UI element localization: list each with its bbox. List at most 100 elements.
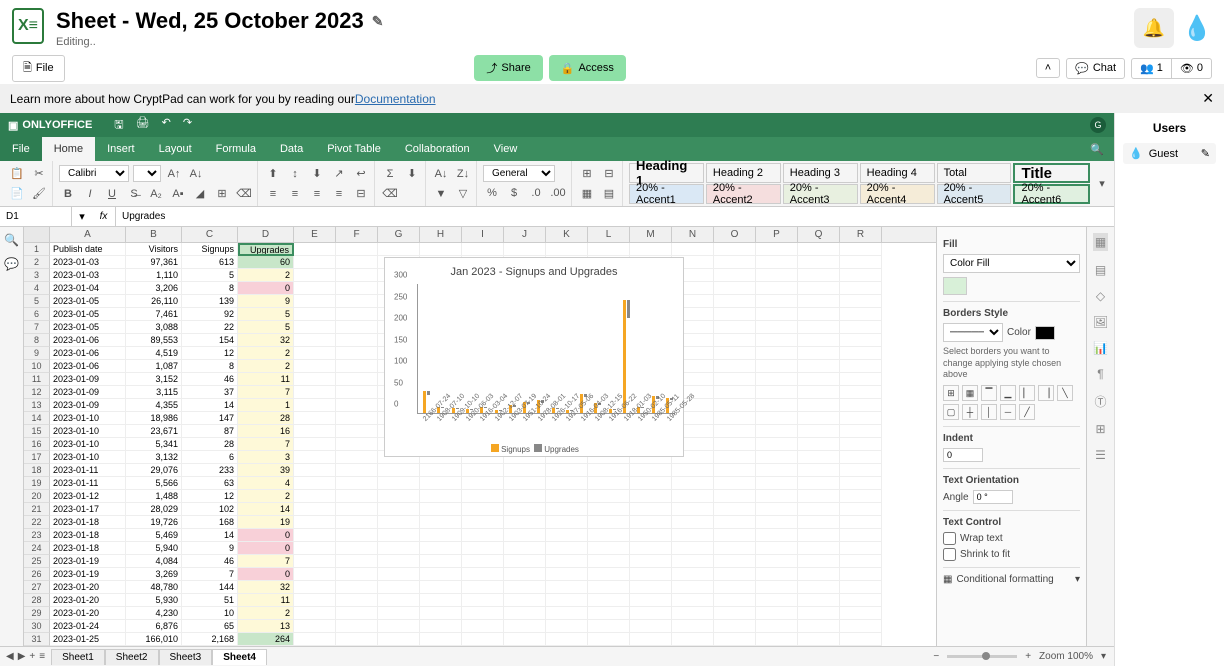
cell-C22[interactable]: 168 <box>182 516 238 529</box>
cell-D18[interactable]: 39 <box>238 464 294 477</box>
cell-F15[interactable] <box>336 425 378 438</box>
cell-style-heading-3[interactable]: Heading 3 <box>783 163 858 183</box>
notifications-button[interactable]: 🔔 <box>1134 8 1174 48</box>
cell-G24[interactable] <box>378 542 420 555</box>
col-header-K[interactable]: K <box>546 227 588 242</box>
cell-B30[interactable]: 6,876 <box>126 620 182 633</box>
align-right-icon[interactable]: ≡ <box>308 185 326 203</box>
cell-C13[interactable]: 14 <box>182 399 238 412</box>
align-top-icon[interactable]: ⬆ <box>264 165 282 183</box>
cell-A7[interactable]: 2023-01-05 <box>50 321 126 334</box>
cell-L21[interactable] <box>588 503 630 516</box>
cell-A16[interactable]: 2023-01-10 <box>50 438 126 451</box>
row-header-30[interactable]: 30 <box>24 620 50 633</box>
cell-O13[interactable] <box>714 399 756 412</box>
cell-A19[interactable]: 2023-01-11 <box>50 477 126 490</box>
fill-color-icon[interactable]: ◢ <box>191 185 209 203</box>
cell-M19[interactable] <box>630 477 672 490</box>
undo-icon[interactable]: ↶ <box>162 116 171 135</box>
merge-icon[interactable]: ⊟ <box>352 185 370 203</box>
sheet-prev-icon[interactable]: ◀ <box>6 651 14 662</box>
cell-R26[interactable] <box>840 568 882 581</box>
cell-C5[interactable]: 139 <box>182 295 238 308</box>
shrink-checkbox[interactable] <box>943 548 956 561</box>
cell-M21[interactable] <box>630 503 672 516</box>
cell-P4[interactable] <box>756 282 798 295</box>
cell-P5[interactable] <box>756 295 798 308</box>
cell-Q3[interactable] <box>798 269 840 282</box>
cell-B4[interactable]: 3,206 <box>126 282 182 295</box>
cell-R5[interactable] <box>840 295 882 308</box>
cell-style-heading-2[interactable]: Heading 2 <box>706 163 781 183</box>
cell-Q15[interactable] <box>798 425 840 438</box>
cell-E29[interactable] <box>294 607 336 620</box>
cell-R8[interactable] <box>840 334 882 347</box>
cell-A17[interactable]: 2023-01-10 <box>50 451 126 464</box>
cell-P29[interactable] <box>756 607 798 620</box>
cell-D21[interactable]: 14 <box>238 503 294 516</box>
col-header-P[interactable]: P <box>756 227 798 242</box>
col-header-M[interactable]: M <box>630 227 672 242</box>
cell-A29[interactable]: 2023-01-20 <box>50 607 126 620</box>
cell-H27[interactable] <box>420 581 462 594</box>
cell-R16[interactable] <box>840 438 882 451</box>
cell-R6[interactable] <box>840 308 882 321</box>
cell-F4[interactable] <box>336 282 378 295</box>
cell-P20[interactable] <box>756 490 798 503</box>
cell-E2[interactable] <box>294 256 336 269</box>
rename-icon[interactable]: ✎ <box>372 13 384 30</box>
cell-E8[interactable] <box>294 334 336 347</box>
cell-C25[interactable]: 46 <box>182 555 238 568</box>
underline-icon[interactable]: U <box>103 185 121 203</box>
cell-R17[interactable] <box>840 451 882 464</box>
row-header-1[interactable]: 1 <box>24 243 50 256</box>
cell-B17[interactable]: 3,132 <box>126 451 182 464</box>
cell-B28[interactable]: 5,930 <box>126 594 182 607</box>
cell-B14[interactable]: 18,986 <box>126 412 182 425</box>
cell-C20[interactable]: 12 <box>182 490 238 503</box>
access-button[interactable]: 🔒 Access <box>549 55 626 81</box>
cell-C18[interactable]: 233 <box>182 464 238 477</box>
cell-P10[interactable] <box>756 360 798 373</box>
cell-I29[interactable] <box>462 607 504 620</box>
cell-C16[interactable]: 28 <box>182 438 238 451</box>
cell-B12[interactable]: 3,115 <box>126 386 182 399</box>
cell-K30[interactable] <box>546 620 588 633</box>
cell-D9[interactable]: 2 <box>238 347 294 360</box>
cell-P13[interactable] <box>756 399 798 412</box>
cell-P17[interactable] <box>756 451 798 464</box>
cell-E4[interactable] <box>294 282 336 295</box>
fill-color-swatch[interactable] <box>943 277 967 295</box>
border-diag-icon[interactable]: ╲ <box>1057 385 1073 401</box>
currency-icon[interactable]: $ <box>505 184 523 202</box>
cell-Q31[interactable] <box>798 633 840 646</box>
cell-B23[interactable]: 5,469 <box>126 529 182 542</box>
cell-G1[interactable] <box>378 243 420 256</box>
row-header-16[interactable]: 16 <box>24 438 50 451</box>
conditional-formatting-button[interactable]: ▦ Conditional formatting ▾ <box>943 574 1080 585</box>
col-header-D[interactable]: D <box>238 227 294 242</box>
col-header-N[interactable]: N <box>672 227 714 242</box>
cell-C27[interactable]: 144 <box>182 581 238 594</box>
cell-A8[interactable]: 2023-01-06 <box>50 334 126 347</box>
cell-E11[interactable] <box>294 373 336 386</box>
col-header-O[interactable]: O <box>714 227 756 242</box>
cell-R20[interactable] <box>840 490 882 503</box>
col-header-I[interactable]: I <box>462 227 504 242</box>
cell-M27[interactable] <box>630 581 672 594</box>
cell-J26[interactable] <box>504 568 546 581</box>
cell-F27[interactable] <box>336 581 378 594</box>
cell-F10[interactable] <box>336 360 378 373</box>
find-icon[interactable]: 🔍 <box>4 233 19 247</box>
cell-F20[interactable] <box>336 490 378 503</box>
cell-D31[interactable]: 264 <box>238 633 294 646</box>
cell-F28[interactable] <box>336 594 378 607</box>
menu-tab-layout[interactable]: Layout <box>147 137 204 161</box>
cell-D15[interactable]: 16 <box>238 425 294 438</box>
cell-D16[interactable]: 7 <box>238 438 294 451</box>
cell-C26[interactable]: 7 <box>182 568 238 581</box>
cell-N23[interactable] <box>672 529 714 542</box>
cell-O9[interactable] <box>714 347 756 360</box>
cell-I20[interactable] <box>462 490 504 503</box>
cell-D8[interactable]: 32 <box>238 334 294 347</box>
